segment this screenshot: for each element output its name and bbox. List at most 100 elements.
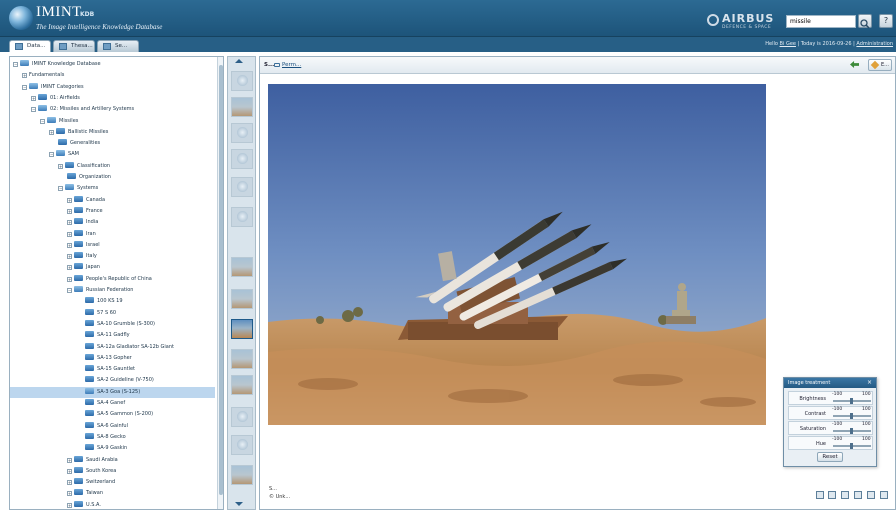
brightness-slider-handle[interactable]: [850, 398, 853, 404]
tree-item[interactable]: +01: Airfields: [10, 93, 215, 104]
expand-icon[interactable]: +: [67, 242, 72, 248]
collapse-icon[interactable]: −: [67, 288, 72, 293]
tree-item[interactable]: − SAM: [10, 149, 215, 160]
tree-item[interactable]: − Systems: [10, 183, 215, 194]
expand-icon[interactable]: +: [67, 254, 72, 260]
tree-scrollbar-thumb[interactable]: [219, 65, 223, 495]
tree-item[interactable]: + Italy: [10, 251, 215, 262]
tree-item[interactable]: + Taiwan: [10, 488, 215, 499]
thumbnail[interactable]: [231, 207, 253, 227]
tree-item[interactable]: + Ballistic Missiles: [10, 127, 215, 138]
tree-item[interactable]: SA-2 Guideline (V-750): [10, 375, 215, 386]
tree-item[interactable]: SA-5 Gammon (S-200): [10, 409, 215, 420]
tree-item[interactable]: SA-11 Gadfly: [10, 330, 215, 341]
thumbnail[interactable]: [231, 149, 253, 169]
thumbnail[interactable]: [231, 257, 253, 277]
expand-icon[interactable]: +: [22, 73, 27, 79]
tree-item[interactable]: − IMINT Knowledge Database: [10, 59, 215, 70]
thumbnail[interactable]: [231, 177, 253, 197]
reset-button[interactable]: Reset: [817, 452, 843, 462]
tree-item[interactable]: + Classification: [10, 161, 215, 172]
tree-item[interactable]: SA-13 Gopher: [10, 353, 215, 364]
collapse-icon[interactable]: −: [22, 84, 27, 90]
thumbnail[interactable]: [231, 123, 253, 143]
tree-item[interactable]: SA-12a Gladiator SA-12b Giant: [10, 342, 215, 353]
tree-item[interactable]: Organization: [10, 172, 215, 183]
expand-icon[interactable]: +: [49, 129, 54, 135]
tree-item[interactable]: − Russian Federation: [10, 285, 215, 296]
thumbnail[interactable]: [231, 289, 253, 309]
tree-item[interactable]: + Switzerland: [10, 477, 215, 488]
scroll-down-icon[interactable]: [235, 502, 243, 506]
search-button[interactable]: [858, 14, 872, 29]
tree-item-selected[interactable]: SA-3 Goa (S-125): [10, 386, 215, 398]
expand-icon[interactable]: +: [67, 491, 72, 497]
film-icon[interactable]: [828, 491, 836, 499]
collapse-icon[interactable]: −: [58, 186, 63, 192]
tree-item[interactable]: Generalities: [10, 138, 215, 149]
tab-thesaurus[interactable]: Thesa...: [53, 40, 95, 52]
monitor-icon[interactable]: [816, 491, 824, 499]
tree-item[interactable]: + People's Republic of China: [10, 274, 215, 285]
tab-search[interactable]: Se...: [97, 40, 139, 52]
thumbnail-selected[interactable]: [231, 319, 253, 339]
thumbnail[interactable]: [231, 349, 253, 369]
saturation-slider-handle[interactable]: [850, 428, 853, 434]
tree-item[interactable]: + France: [10, 206, 215, 217]
tree-item[interactable]: SA-6 Gainful: [10, 421, 215, 432]
thumbnail[interactable]: [231, 465, 253, 485]
forward-arrow-icon[interactable]: [850, 61, 859, 68]
tree-item[interactable]: + Japan: [10, 262, 215, 273]
expand-icon[interactable]: +: [67, 220, 72, 226]
close-icon[interactable]: ×: [867, 378, 872, 388]
help-button[interactable]: ?: [879, 14, 893, 28]
tree-item[interactable]: + Canada: [10, 195, 215, 206]
collapse-icon[interactable]: −: [49, 152, 54, 158]
tree-item[interactable]: − 02: Missiles and Artillery Systems: [10, 104, 215, 115]
tree-item[interactable]: + Israel: [10, 240, 215, 251]
thumbnail[interactable]: [231, 375, 253, 395]
expand-icon[interactable]: +: [67, 231, 72, 237]
tree-item[interactable]: SA-8 Gecko: [10, 432, 215, 443]
administration-link[interactable]: Administration: [856, 41, 893, 47]
tree-item[interactable]: + U.S.A.: [10, 500, 215, 509]
expand-icon[interactable]: +: [67, 480, 72, 486]
print-icon[interactable]: [854, 491, 862, 499]
hue-slider-handle[interactable]: [850, 443, 853, 449]
tree-item[interactable]: + Iran: [10, 229, 215, 240]
person-icon[interactable]: [841, 491, 849, 499]
expand-icon[interactable]: +: [67, 265, 72, 271]
tree-item[interactable]: + Fundamentals: [10, 70, 215, 81]
thumbnail[interactable]: [231, 97, 253, 117]
tree-item[interactable]: − IMINT Categories: [10, 82, 215, 93]
expand-icon[interactable]: +: [67, 197, 72, 203]
tree-item[interactable]: SA-15 Gauntlet: [10, 364, 215, 375]
tree-item[interactable]: SA-10 Grumble (S-300): [10, 319, 215, 330]
expand-icon[interactable]: +: [67, 468, 72, 474]
expand-icon[interactable]: +: [67, 276, 72, 282]
expand-icon[interactable]: +: [58, 163, 63, 169]
scroll-up-icon[interactable]: [235, 59, 243, 63]
search-input[interactable]: [786, 15, 856, 28]
tree-item[interactable]: 100 KS 19: [10, 296, 215, 307]
expand-icon[interactable]: +: [67, 502, 72, 508]
collapse-icon[interactable]: −: [13, 62, 18, 67]
expand-icon[interactable]: +: [67, 457, 72, 463]
tree-item[interactable]: SA-4 Ganef: [10, 398, 215, 409]
permalink-link[interactable]: Perm...: [282, 62, 301, 68]
tree-item[interactable]: + South Korea: [10, 466, 215, 477]
tree-item[interactable]: + India: [10, 217, 215, 228]
tree-item[interactable]: SA-9 Gaskin: [10, 443, 215, 454]
tab-database[interactable]: Data...: [9, 40, 51, 52]
tree-scrollbar[interactable]: [217, 57, 223, 509]
thumbnail[interactable]: [231, 71, 253, 91]
tree-item[interactable]: 57 S 60: [10, 308, 215, 319]
main-image[interactable]: [268, 84, 766, 425]
contrast-slider-handle[interactable]: [850, 413, 853, 419]
expand-icon[interactable]: +: [67, 208, 72, 214]
collapse-icon[interactable]: −: [40, 118, 45, 124]
tree-item[interactable]: − Missiles: [10, 116, 215, 127]
tree-item[interactable]: + Saudi Arabia: [10, 455, 215, 466]
thumbnail[interactable]: [231, 407, 253, 427]
user-link[interactable]: Bi Gee: [780, 41, 796, 47]
